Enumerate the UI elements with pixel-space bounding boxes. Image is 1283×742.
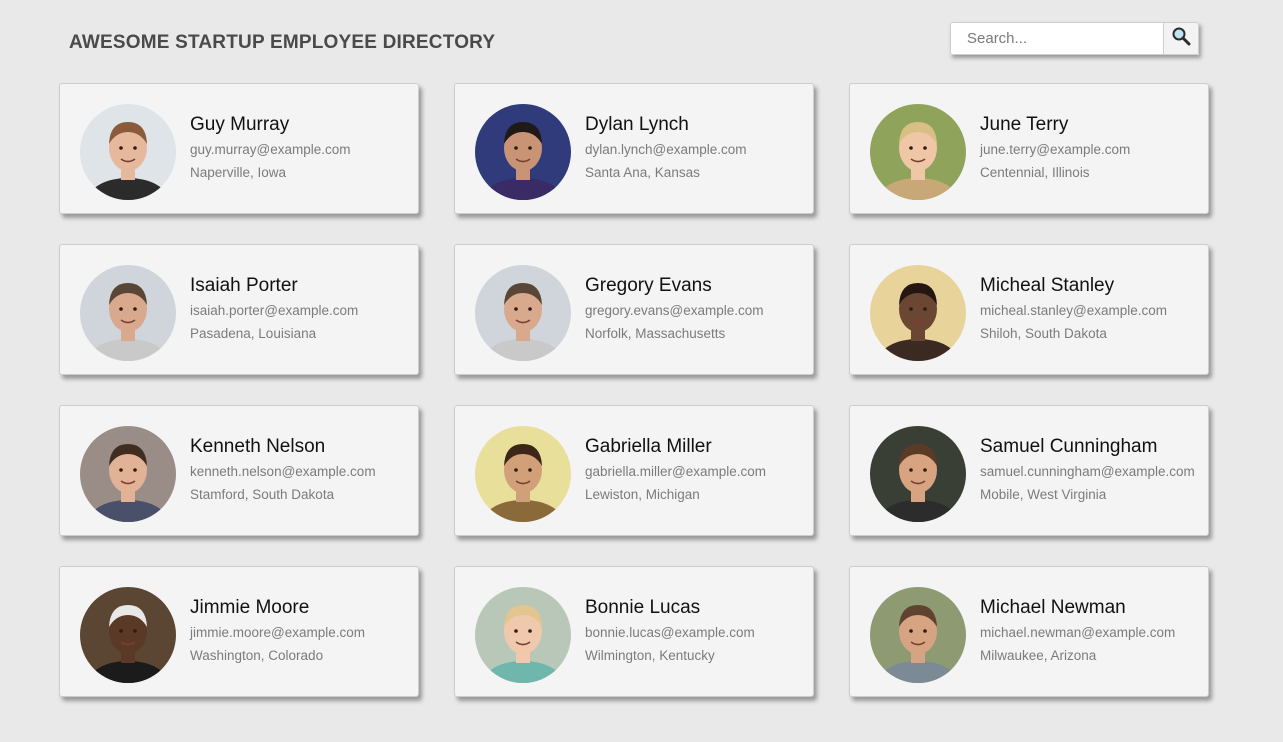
- avatar: [80, 426, 176, 522]
- employee-name: Isaiah Porter: [190, 275, 298, 296]
- employee-info: Gabriella Miller gabriella.miller@example…: [585, 435, 766, 504]
- employee-card[interactable]: June Terry june.terry@example.com Centenni…: [849, 83, 1209, 214]
- avatar: [475, 265, 571, 361]
- employee-card[interactable]: Gregory Evans gregory.evans@example.com No…: [454, 244, 814, 375]
- employee-email: gregory.evans@example.com: [585, 303, 764, 318]
- page-title: AWESOME STARTUP EMPLOYEE DIRECTORY: [69, 32, 496, 53]
- employee-location: Norfolk, Massachusetts: [585, 326, 726, 341]
- employee-info: Dylan Lynch dylan.lynch@example.com Santa …: [585, 113, 747, 182]
- employee-name: June Terry: [980, 114, 1069, 135]
- employee-location: Mobile, West Virginia: [980, 487, 1107, 502]
- avatar: [80, 587, 176, 683]
- search-button[interactable]: [1163, 22, 1199, 55]
- avatar: [80, 265, 176, 361]
- employee-info: Michael Newman michael.newman@example.com…: [980, 596, 1175, 665]
- employee-name: Michael Newman: [980, 597, 1126, 618]
- employee-location: Naperville, Iowa: [190, 165, 287, 180]
- search-input[interactable]: [950, 22, 1163, 55]
- employee-info: Jimmie Moore jimmie.moore@example.com Wash…: [190, 596, 365, 665]
- search-icon: [1171, 26, 1191, 51]
- employee-info: Micheal Stanley micheal.stanley@example.c…: [980, 274, 1167, 343]
- avatar: [475, 104, 571, 200]
- avatar: [475, 426, 571, 522]
- employee-location: Shiloh, South Dakota: [980, 326, 1107, 341]
- employee-name: Samuel Cunningham: [980, 436, 1158, 457]
- employee-name: Kenneth Nelson: [190, 436, 326, 457]
- employee-card[interactable]: Micheal Stanley micheal.stanley@example.c…: [849, 244, 1209, 375]
- employee-location: Wilmington, Kentucky: [585, 648, 715, 663]
- employee-location: Centennial, Illinois: [980, 165, 1090, 180]
- employee-card[interactable]: Bonnie Lucas bonnie.lucas@example.com Wilm…: [454, 566, 814, 697]
- employee-location: Washington, Colorado: [190, 648, 324, 663]
- avatar: [870, 104, 966, 200]
- employee-name: Jimmie Moore: [190, 597, 310, 618]
- employee-name: Dylan Lynch: [585, 114, 689, 135]
- employee-location: Milwaukee, Arizona: [980, 648, 1097, 663]
- employee-info: Bonnie Lucas bonnie.lucas@example.com Wilm…: [585, 596, 755, 665]
- employee-info: Guy Murray guy.murray@example.com Napervil…: [190, 113, 351, 182]
- employee-card[interactable]: Samuel Cunningham samuel.cunningham@examp…: [849, 405, 1209, 536]
- employee-location: Stamford, South Dakota: [190, 487, 335, 502]
- employee-name: Bonnie Lucas: [585, 597, 701, 618]
- avatar: [475, 587, 571, 683]
- employee-email: guy.murray@example.com: [190, 142, 351, 157]
- employee-card[interactable]: Isaiah Porter isaiah.porter@example.com Pa…: [59, 244, 419, 375]
- avatar: [870, 265, 966, 361]
- avatar: [80, 104, 176, 200]
- employee-name: Gabriella Miller: [585, 436, 712, 457]
- employee-email: michael.newman@example.com: [980, 625, 1176, 640]
- employee-location: Santa Ana, Kansas: [585, 165, 700, 180]
- search-form: [950, 22, 1199, 55]
- employee-email: dylan.lynch@example.com: [585, 142, 747, 157]
- employee-email: samuel.cunningham@example.com: [980, 464, 1195, 479]
- employee-email: june.terry@example.com: [980, 142, 1131, 157]
- employee-email: isaiah.porter@example.com: [190, 303, 359, 318]
- employee-info: June Terry june.terry@example.com Centenni…: [980, 113, 1130, 182]
- employee-email: micheal.stanley@example.com: [980, 303, 1168, 318]
- employee-location: Pasadena, Louisiana: [190, 326, 317, 341]
- directory-page: AWESOME STARTUP EMPLOYEE DIRECTORY Guy M…: [0, 0, 1283, 742]
- employee-card[interactable]: Kenneth Nelson kenneth.nelson@example.com…: [59, 405, 419, 536]
- employee-name: Micheal Stanley: [980, 275, 1115, 296]
- employee-email: bonnie.lucas@example.com: [585, 625, 755, 640]
- employee-name: Guy Murray: [190, 114, 290, 135]
- employee-email: kenneth.nelson@example.com: [190, 464, 376, 479]
- employee-info: Isaiah Porter isaiah.porter@example.com Pa…: [190, 274, 358, 343]
- employee-card[interactable]: Dylan Lynch dylan.lynch@example.com Santa …: [454, 83, 814, 214]
- avatar: [870, 587, 966, 683]
- employee-email: jimmie.moore@example.com: [190, 625, 365, 640]
- employee-card[interactable]: Michael Newman michael.newman@example.com…: [849, 566, 1209, 697]
- employee-info: Samuel Cunningham samuel.cunningham@examp…: [980, 435, 1195, 504]
- employee-card[interactable]: Gabriella Miller gabriella.miller@example…: [454, 405, 814, 536]
- employee-card[interactable]: Guy Murray guy.murray@example.com Napervil…: [59, 83, 419, 214]
- employee-info: Gregory Evans gregory.evans@example.com No…: [585, 274, 764, 343]
- employee-location: Lewiston, Michigan: [585, 487, 700, 502]
- employee-info: Kenneth Nelson kenneth.nelson@example.com…: [190, 435, 376, 504]
- employee-email: gabriella.miller@example.com: [585, 464, 767, 479]
- employee-name: Gregory Evans: [585, 275, 712, 296]
- employee-card[interactable]: Jimmie Moore jimmie.moore@example.com Wash…: [59, 566, 419, 697]
- avatar: [870, 426, 966, 522]
